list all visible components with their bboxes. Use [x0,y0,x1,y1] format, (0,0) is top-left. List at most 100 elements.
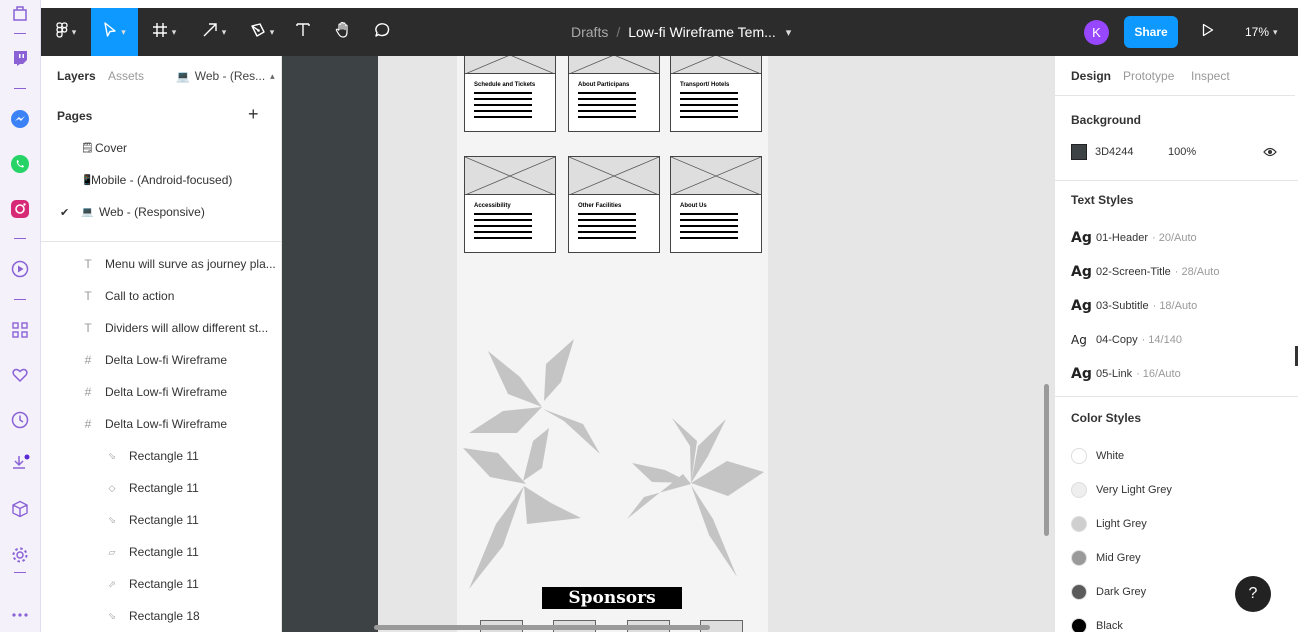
chevron-down-icon: ▾ [121,26,126,37]
layer-label: Menu will surve as journey pla... [105,257,276,271]
text-style-ag-icon: Ag [1071,264,1092,280]
layer-row[interactable]: ⬂ Rectangle 11 [41,508,281,532]
layer-row[interactable]: # Delta Low-fi Wireframe [41,348,281,372]
file-menu-chevron-icon[interactable]: ▾ [786,26,792,39]
layer-row[interactable]: T Menu will surve as journey pla... [41,252,281,276]
help-button[interactable]: ? [1235,576,1271,612]
layer-row[interactable]: ⬀ Rectangle 11 [41,572,281,596]
color-style-item[interactable]: Dark Grey [1071,582,1146,602]
color-style-item[interactable]: Very Light Grey [1071,480,1172,500]
text-style-item[interactable]: Ag 03-Subtitle · 18/Auto [1071,296,1197,316]
extensions-cube-icon[interactable] [9,498,31,520]
frame-tool-button[interactable]: ▾ [141,8,187,56]
wireframe-card[interactable]: About Participans [568,56,660,132]
settings-gear-icon[interactable] [9,544,31,566]
text-style-ag-icon: Ag [1071,366,1092,382]
page-selector[interactable]: 💻 Web - (Res... ▴ [176,69,275,83]
layer-row[interactable]: # Delta Low-fi Wireframe [41,412,281,436]
pen-icon [250,22,266,43]
background-color-swatch[interactable] [1071,144,1087,160]
layer-row[interactable]: T Call to action [41,284,281,308]
share-button[interactable]: Share [1124,16,1178,48]
eye-visibility-icon[interactable] [1263,145,1277,163]
tab-layers[interactable]: Layers [57,69,96,83]
figma-logo-icon [56,21,68,43]
zoom-dropdown[interactable]: 17% ▾ [1245,8,1278,56]
hand-tool-button[interactable] [328,8,358,56]
speed-dial-icon[interactable] [9,319,31,341]
left-panel-tabs: Layers Assets 💻 Web - (Res... ▴ [41,56,281,96]
color-style-name: Black [1096,620,1123,632]
layer-row[interactable]: ◇ Rectangle 11 [41,476,281,500]
shape-layer-icon: ◇ [108,482,116,493]
page-item-web[interactable]: ✔ 💻 Web - (Responsive) [41,200,281,224]
history-clock-icon[interactable] [9,409,31,431]
bookmarks-heart-icon[interactable] [9,364,31,386]
move-tool-button[interactable]: ▾ [91,8,138,56]
downloads-icon[interactable] [9,452,31,474]
design-canvas[interactable]: Schedule and Tickets About Participans T… [282,56,1054,632]
messenger-icon[interactable] [9,108,31,130]
twitch-icon[interactable] [9,47,31,69]
card-title: About Participans [578,82,630,88]
wireframe-card[interactable]: Schedule and Tickets [464,56,556,132]
color-style-item[interactable]: White [1071,446,1124,466]
page-item-cover[interactable]: 🗒 Cover [41,136,281,160]
tab-assets[interactable]: Assets [108,69,144,83]
wireframe-card[interactable]: Other Facilities [568,156,660,253]
text-style-name: 02-Screen-Title [1096,266,1171,278]
wireframe-card[interactable]: Accessibility [464,156,556,253]
comment-bubble-icon [373,21,391,44]
present-button[interactable] [1193,8,1223,56]
checkmark-icon: ✔ [60,206,70,219]
text-styles-header: Text Styles [1071,193,1134,207]
text-style-name: 03-Subtitle [1096,300,1149,312]
shape-tool-button[interactable]: ▾ [191,8,237,56]
color-style-item[interactable]: Black [1071,616,1123,632]
text-style-item[interactable]: Ag 05-Link · 16/Auto [1071,364,1181,384]
comment-tool-button[interactable] [367,8,397,56]
color-style-item[interactable]: Mid Grey [1071,548,1141,568]
whatsapp-icon[interactable] [9,153,31,175]
workspaces-icon[interactable] [9,2,31,24]
card-title: Schedule and Tickets [474,82,536,88]
horizontal-scrollbar[interactable] [374,625,710,630]
more-dots-icon[interactable] [9,604,31,626]
pen-tool-button[interactable]: ▾ [239,8,285,56]
vertical-scrollbar[interactable] [1044,384,1049,536]
tab-prototype[interactable]: Prototype [1123,69,1174,83]
text-style-item[interactable]: Ag 04-Copy · 14/140 [1071,330,1182,350]
frame-layer-icon: # [84,353,92,367]
layer-row[interactable]: T Dividers will allow different st... [41,316,281,340]
laptop-icon: 💻 [81,206,94,218]
right-panel-tabs: Design Prototype Inspect [1055,56,1295,96]
layer-row[interactable]: ⬂ Rectangle 11 [41,444,281,468]
avatar[interactable]: K [1084,20,1109,45]
layer-row[interactable]: # Delta Low-fi Wireframe [41,380,281,404]
text-style-item[interactable]: Ag 02-Screen-Title · 28/Auto [1071,262,1219,282]
instagram-icon[interactable] [9,198,31,220]
color-style-item[interactable]: Light Grey [1071,514,1147,534]
background-opacity-value[interactable]: 100% [1168,146,1196,158]
text-tool-button[interactable] [287,8,319,56]
layer-row[interactable]: ▱ Rectangle 11 [41,540,281,564]
text-style-item[interactable]: Ag 01-Header · 20/Auto [1071,228,1197,248]
wireframe-card[interactable]: Transport/ Hotels [670,56,762,132]
text-style-name: 04-Copy [1096,334,1138,346]
image-placeholder [568,56,660,75]
layer-label: Rectangle 11 [129,513,199,527]
wireframe-frame[interactable]: Schedule and Tickets About Participans T… [457,56,768,632]
tab-inspect[interactable]: Inspect [1191,69,1230,83]
breadcrumb-drafts[interactable]: Drafts [571,24,608,40]
wireframe-card[interactable]: About Us [670,156,762,253]
main-menu-button[interactable]: ▾ [41,8,91,56]
layer-row[interactable]: ⬂ Rectangle 18 [41,604,281,628]
tab-design[interactable]: Design [1071,69,1111,83]
color-swatch [1071,448,1087,464]
player-icon[interactable] [9,258,31,280]
add-page-button[interactable]: + [248,104,259,125]
page-item-mobile[interactable]: 📱 Mobile - (Android-focused) [41,168,281,192]
background-hex-value[interactable]: 3D4244 [1095,146,1134,158]
file-name[interactable]: Low-fi Wireframe Tem... [628,24,776,40]
image-placeholder [670,156,762,196]
